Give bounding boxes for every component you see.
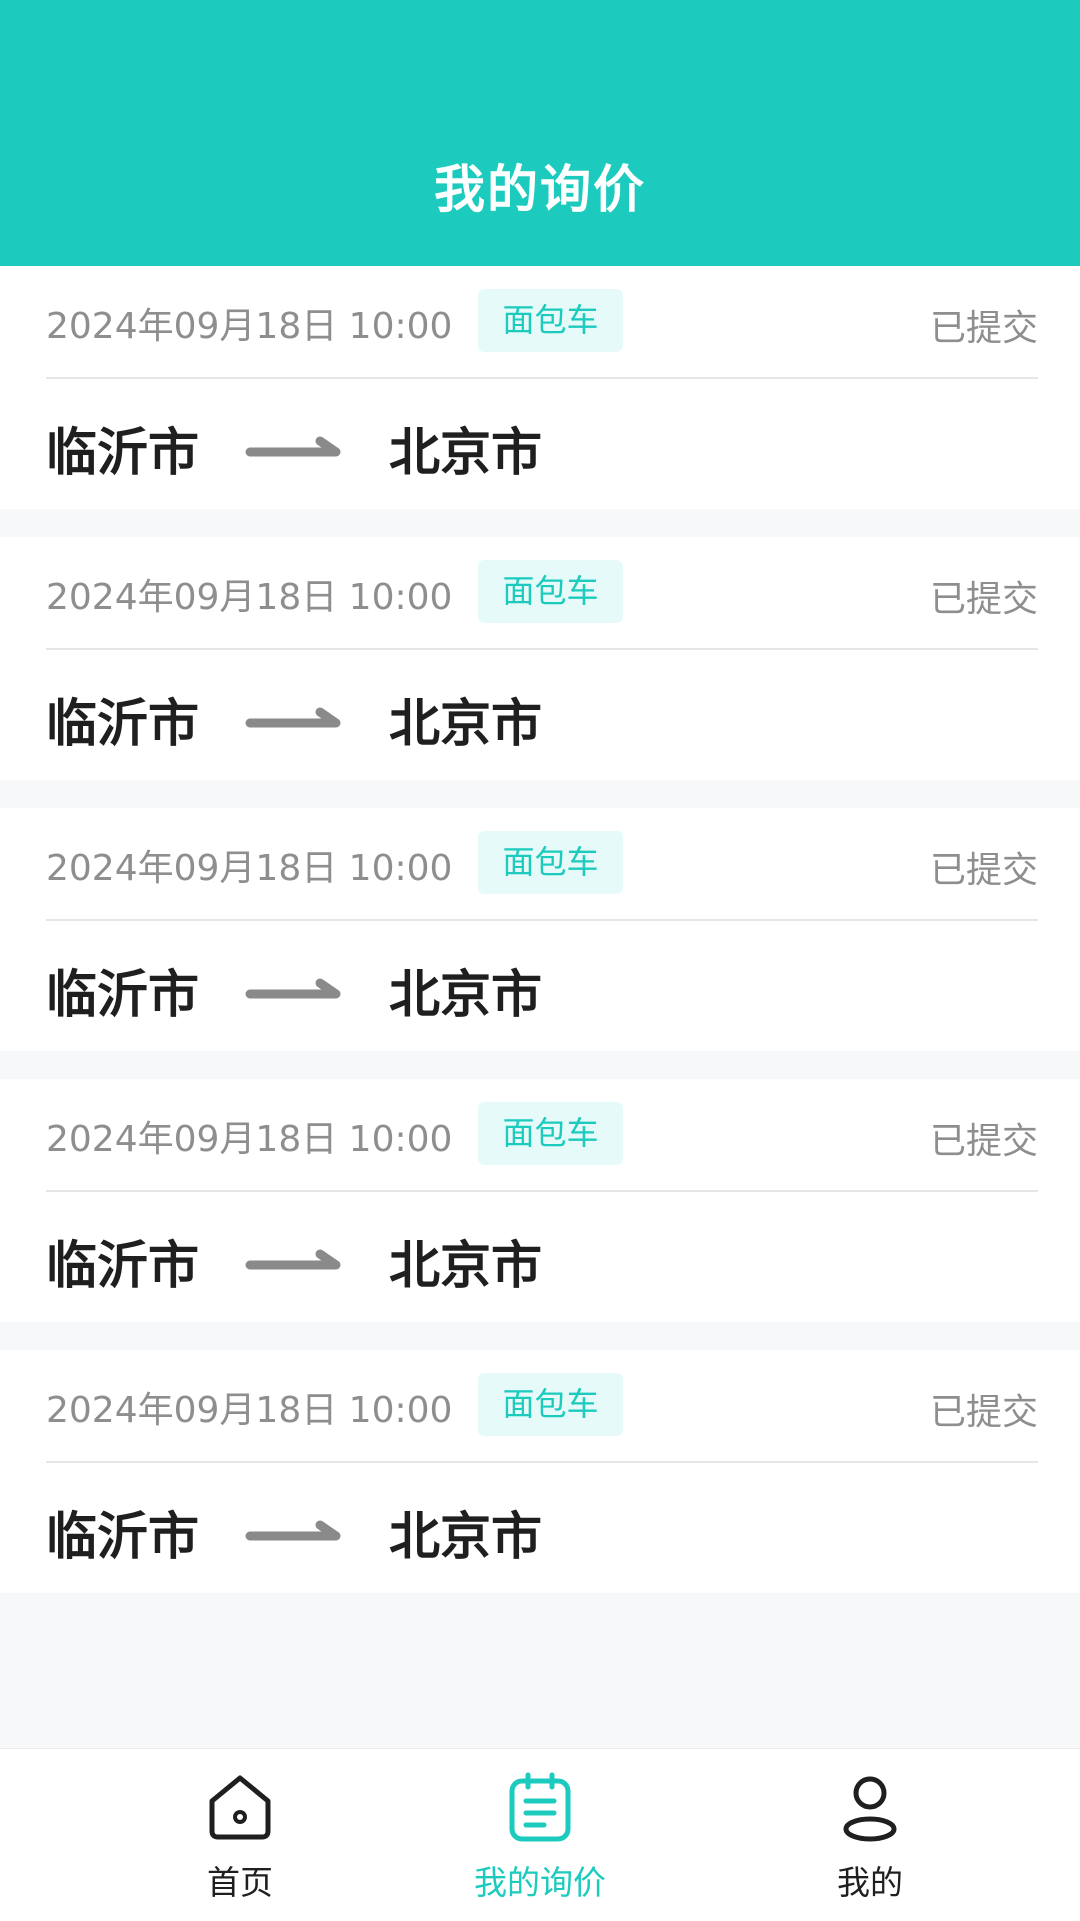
- status-label: 已提交: [929, 1121, 1038, 1162]
- route-arrow-icon: [245, 1249, 341, 1270]
- inquiry-date: 2024年09月18日 10:00: [46, 577, 453, 618]
- inquiry-date: 2024年09月18日 10:00: [46, 848, 453, 889]
- destination-city: 北京市: [389, 695, 543, 754]
- clipboard-list-icon: [509, 1772, 571, 1842]
- bottom-tab-bar: 首页 我的询价 我的: [0, 1748, 1080, 1921]
- tab-home[interactable]: 首页: [120, 1749, 360, 1921]
- route: 临沂市 北京市: [46, 1495, 746, 1567]
- status-label: 已提交: [929, 579, 1038, 620]
- inquiry-date: 2024年09月18日 10:00: [46, 306, 453, 347]
- route-arrow-icon: [245, 978, 341, 999]
- inquiry-card-header: 2024年09月18日 10:00 面包车 已提交: [46, 537, 1038, 650]
- inquiry-card-header: 2024年09月18日 10:00 面包车 已提交: [46, 1079, 1038, 1192]
- inquiry-card[interactable]: 2024年09月18日 10:00 面包车 已提交 临沂市 北京市: [0, 808, 1080, 1051]
- status-label: 已提交: [929, 1392, 1038, 1433]
- inquiry-card-header: 2024年09月18日 10:00 面包车 已提交: [46, 1350, 1038, 1463]
- page-title: 我的询价: [433, 161, 646, 220]
- origin-city: 临沂市: [46, 695, 200, 754]
- route: 临沂市 北京市: [46, 953, 746, 1025]
- destination-city: 北京市: [389, 424, 543, 483]
- origin-city: 临沂市: [46, 1508, 200, 1567]
- destination-city: 北京市: [389, 966, 543, 1025]
- inquiry-card[interactable]: 2024年09月18日 10:00 面包车 已提交 临沂市 北京市: [0, 1350, 1080, 1593]
- app-header: 我的询价: [0, 0, 1080, 266]
- route-arrow-icon: [245, 436, 341, 457]
- destination-city: 北京市: [389, 1237, 543, 1296]
- origin-city: 临沂市: [46, 1237, 200, 1296]
- tab-my-inquiry[interactable]: 我的询价: [420, 1749, 660, 1921]
- inquiry-list: 2024年09月18日 10:00 面包车 已提交 临沂市 北京市 2024年0…: [0, 266, 1080, 1621]
- origin-city: 临沂市: [46, 424, 200, 483]
- vehicle-type-badge: 面包车: [478, 560, 623, 623]
- status-label: 已提交: [929, 308, 1038, 349]
- route: 临沂市 北京市: [46, 682, 746, 754]
- vehicle-type-badge: 面包车: [478, 1373, 623, 1436]
- route-arrow-icon: [245, 707, 341, 728]
- tab-my-inquiry-label: 我的询价: [474, 1863, 606, 1902]
- vehicle-type-badge: 面包车: [478, 831, 623, 894]
- destination-city: 北京市: [389, 1508, 543, 1567]
- vehicle-type-badge: 面包车: [478, 289, 623, 352]
- tab-home-label: 首页: [207, 1863, 273, 1902]
- inquiry-card-header: 2024年09月18日 10:00 面包车 已提交: [46, 808, 1038, 921]
- vehicle-type-badge: 面包车: [478, 1102, 623, 1165]
- route-arrow-icon: [245, 1520, 341, 1541]
- status-label: 已提交: [929, 850, 1038, 891]
- route: 临沂市 北京市: [46, 411, 746, 483]
- inquiry-date: 2024年09月18日 10:00: [46, 1119, 453, 1160]
- tab-mine-label: 我的: [837, 1863, 903, 1902]
- user-icon: [843, 1776, 897, 1842]
- tab-mine[interactable]: 我的: [750, 1749, 990, 1921]
- inquiry-date: 2024年09月18日 10:00: [46, 1390, 453, 1431]
- home-icon: [209, 1775, 271, 1840]
- origin-city: 临沂市: [46, 966, 200, 1025]
- inquiry-card[interactable]: 2024年09月18日 10:00 面包车 已提交 临沂市 北京市: [0, 537, 1080, 780]
- inquiry-card[interactable]: 2024年09月18日 10:00 面包车 已提交 临沂市 北京市: [0, 1079, 1080, 1322]
- inquiry-card[interactable]: 2024年09月18日 10:00 面包车 已提交 临沂市 北京市: [0, 266, 1080, 509]
- route: 临沂市 北京市: [46, 1224, 746, 1296]
- inquiry-card-header: 2024年09月18日 10:00 面包车 已提交: [46, 266, 1038, 379]
